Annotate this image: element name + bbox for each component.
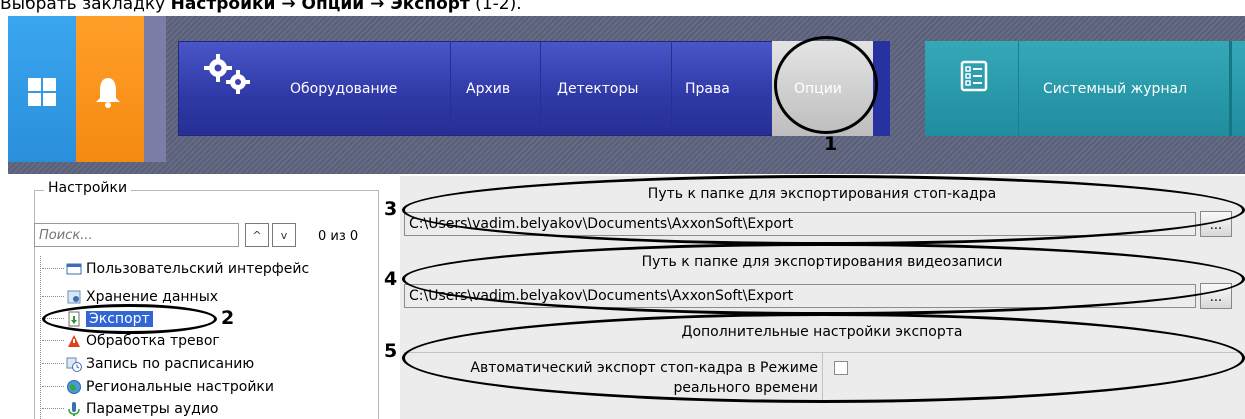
grid-icon (28, 78, 56, 106)
nav-separator (450, 41, 451, 136)
tree-item-ui[interactable]: Пользовательский интерфейс (42, 258, 372, 279)
tree-item-regional[interactable]: Региональные настройки (42, 376, 372, 397)
search-prev-button[interactable]: ^ (245, 223, 269, 247)
search-next-button[interactable]: v (272, 223, 296, 247)
callout-number-1: 1 (824, 133, 838, 155)
tree-label: Пользовательский интерфейс (86, 260, 310, 277)
search-counter: 0 из 0 (318, 229, 359, 244)
chevron-up-icon: ^ (252, 228, 262, 242)
storage-icon (67, 290, 81, 303)
settings-title: Настройки (44, 180, 132, 196)
callout-number-5: 5 (384, 340, 398, 362)
instruction-caption: Выбрать закладку Настройки → Опции → Экс… (0, 0, 522, 14)
callout-oval-1 (774, 36, 878, 134)
alarm-icon (68, 334, 80, 347)
callout-oval-5 (402, 313, 1245, 403)
callout-number-2: 2 (221, 307, 235, 329)
tree-item-schedule[interactable]: Запись по расписанию (42, 353, 372, 374)
tree-item-audio[interactable]: Параметры аудио (42, 398, 372, 419)
journal-right-edge (1229, 41, 1232, 136)
journal-separator (1018, 41, 1019, 136)
tree-connector (42, 268, 64, 269)
globe-icon (67, 379, 81, 394)
tree-connector (42, 408, 64, 409)
tree-connector (42, 296, 64, 297)
tree-label: Хранение данных (86, 288, 219, 305)
nav-separator (540, 41, 541, 136)
tree-connector (42, 340, 64, 341)
callout-number-3: 3 (384, 198, 398, 220)
callout-oval-4 (402, 243, 1245, 315)
tree-item-storage[interactable]: Хранение данных (42, 286, 372, 307)
callout-oval-3 (402, 175, 1245, 245)
tree-label: Запись по расписанию (86, 355, 255, 372)
tab-equipment[interactable]: Оборудование (290, 81, 397, 97)
callout-oval-2 (42, 304, 217, 334)
tree-label: Обработка тревог (86, 332, 220, 349)
caption-bold: Настройки → Опции → Экспорт (170, 0, 470, 14)
checklist-icon (960, 60, 988, 92)
audio-icon (68, 401, 80, 416)
window-icon (66, 263, 82, 274)
tab-system-log[interactable]: Системный журнал (1043, 81, 1187, 97)
tab-detectors[interactable]: Детекторы (557, 81, 638, 97)
caption-prefix: Выбрать закладку (0, 0, 171, 14)
chevron-down-icon: v (280, 228, 288, 242)
nav-separator (671, 41, 672, 136)
tile-divider (144, 16, 166, 162)
tree-item-alarms[interactable]: Обработка тревог (42, 330, 372, 351)
callout-number-4: 4 (384, 268, 398, 290)
tree-connector (42, 363, 64, 364)
caption-suffix: (1-2). (469, 0, 522, 14)
bell-icon (96, 78, 120, 108)
gears-icon (204, 54, 250, 94)
tree-label: Параметры аудио (86, 400, 219, 417)
search-input[interactable] (34, 223, 239, 247)
tab-archive[interactable]: Архив (466, 81, 510, 97)
schedule-icon (66, 357, 82, 372)
tab-rights[interactable]: Права (685, 81, 730, 97)
tree-guide (40, 256, 41, 419)
tree-label: Региональные настройки (86, 378, 274, 395)
tree-connector (42, 386, 64, 387)
